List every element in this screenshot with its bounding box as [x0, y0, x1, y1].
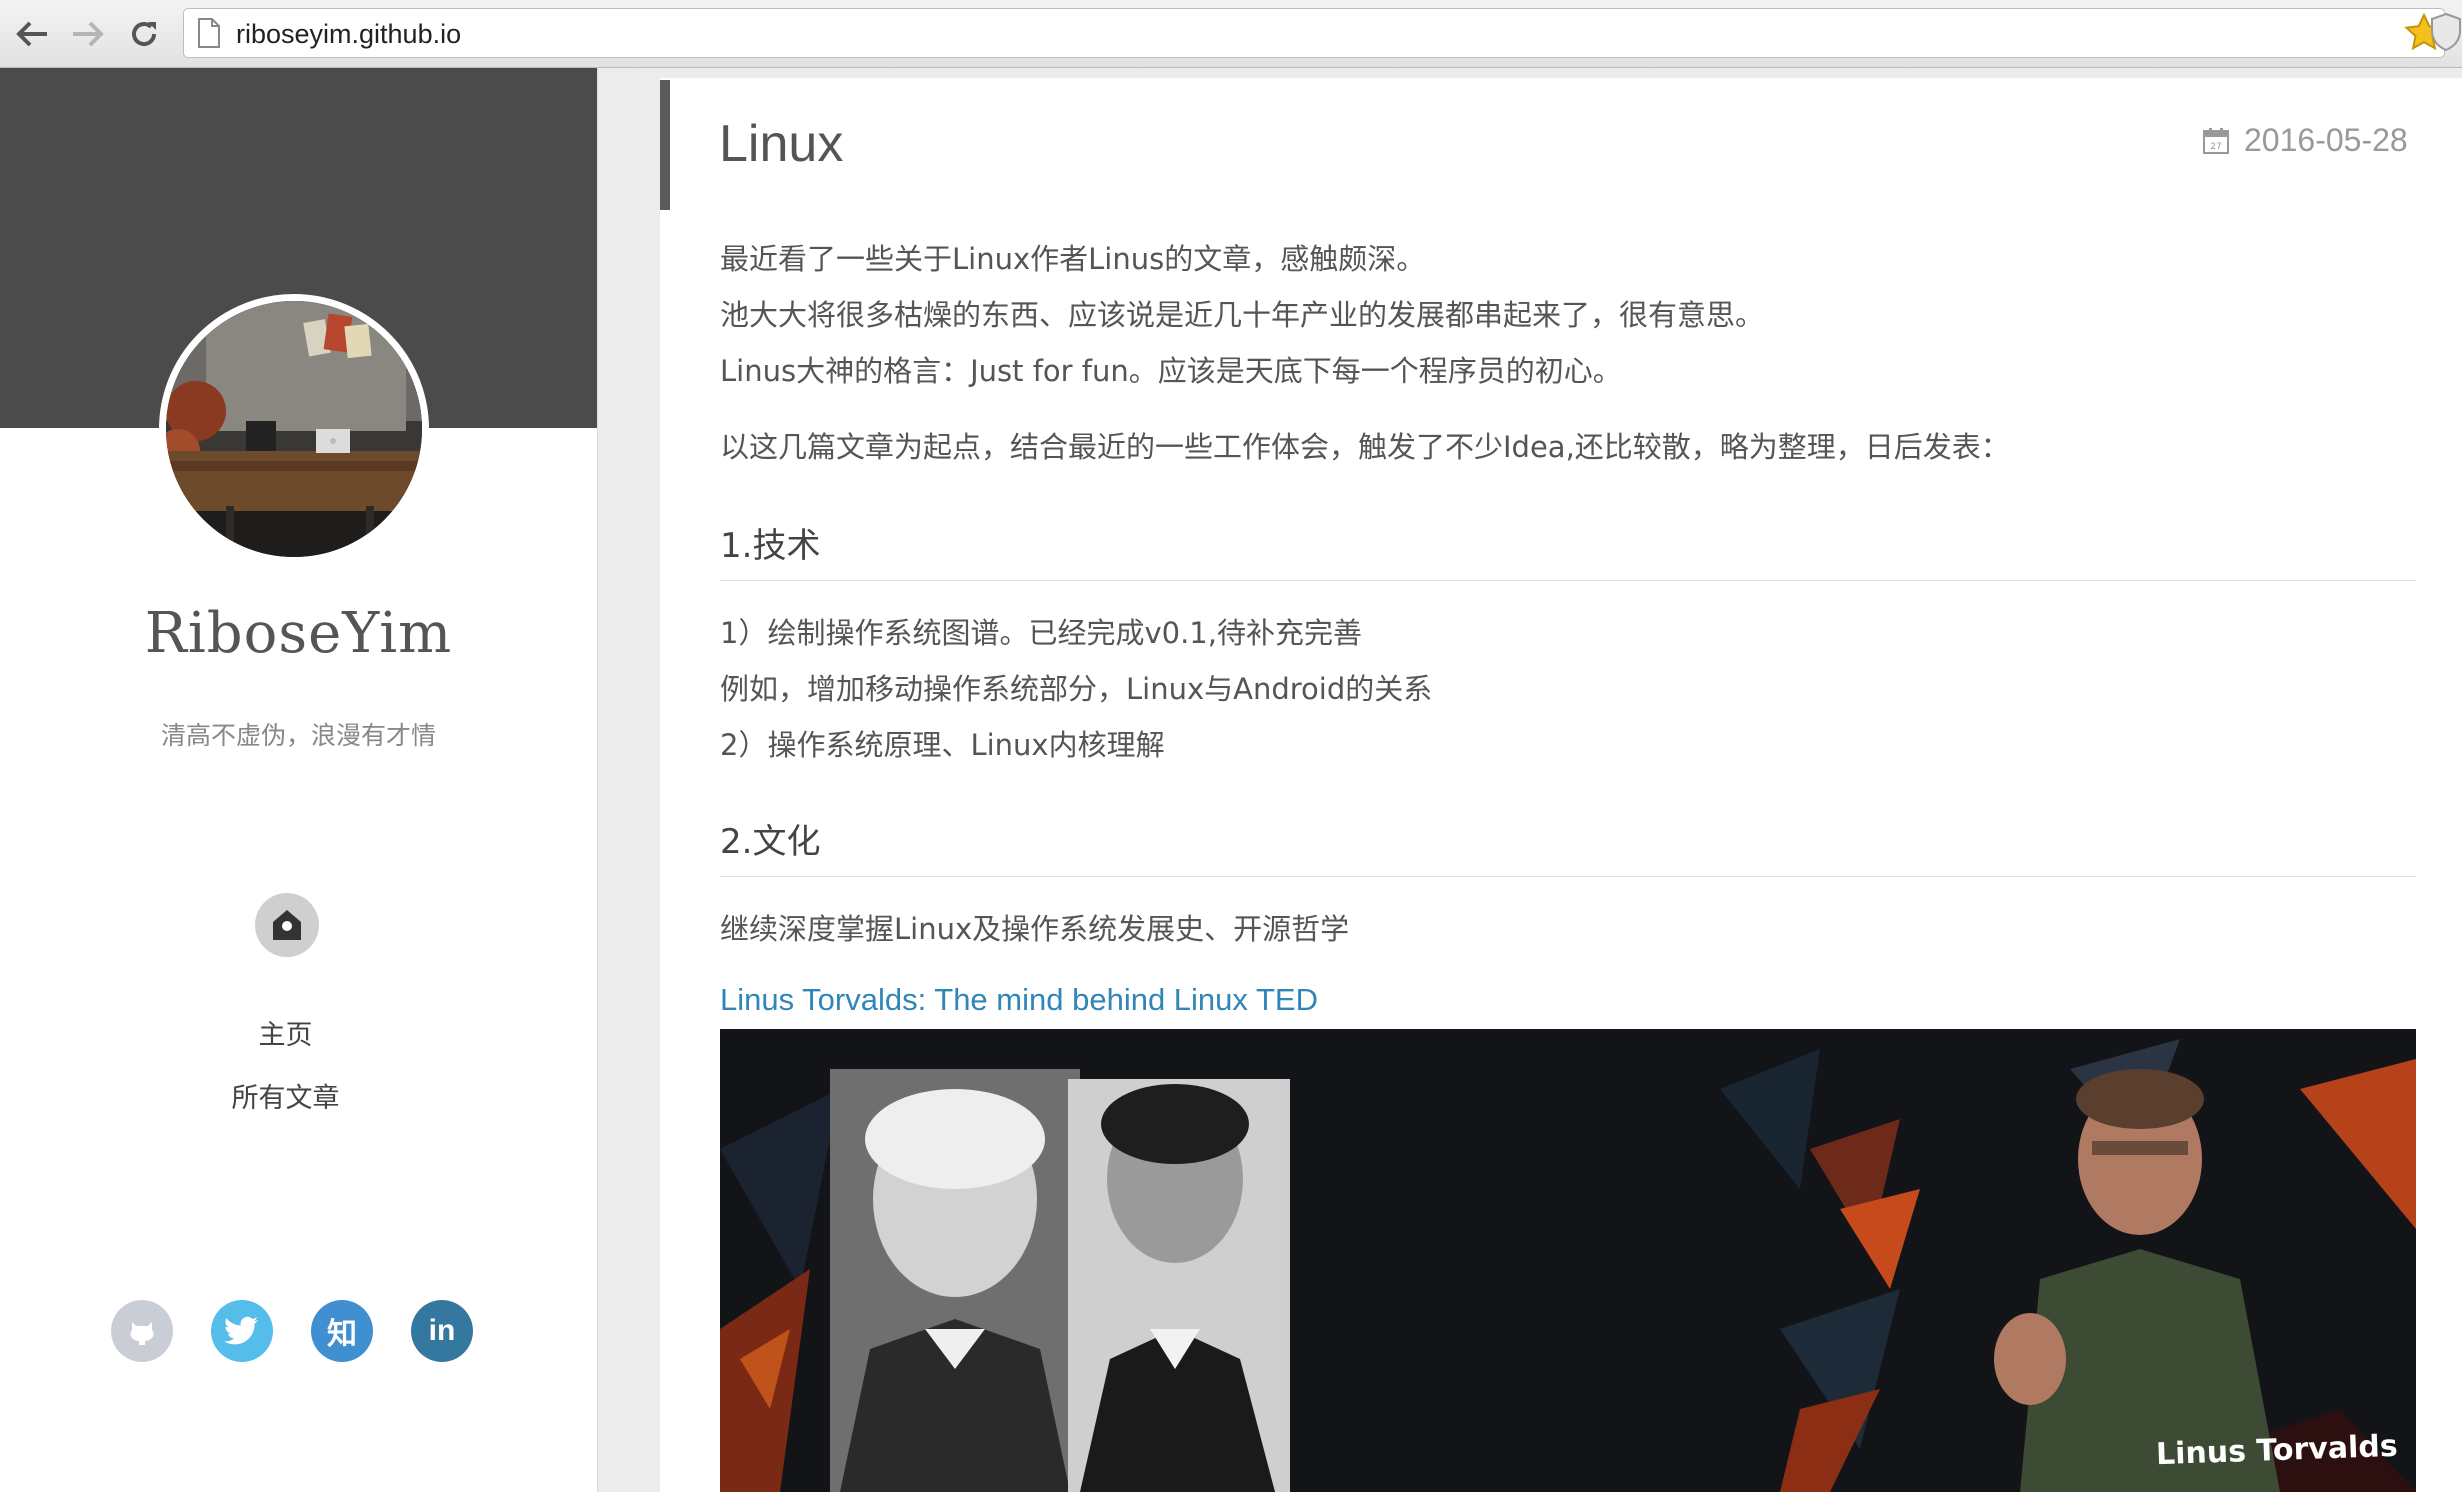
home-button[interactable]	[255, 893, 319, 957]
address-bar[interactable]: riboseyim.github.io	[183, 8, 2445, 58]
site-motto: 清高不虚伪，浪漫有才情	[160, 721, 436, 750]
nav-home-link[interactable]: 主页	[0, 1013, 571, 1052]
twitter-link[interactable]	[211, 1300, 273, 1362]
browser-toolbar: riboseyim.github.io	[0, 0, 2462, 68]
ted-video-thumbnail[interactable]: Linus Torvalds	[720, 1029, 2416, 1492]
tech-line-3: 2）操作系统原理、Linux内核理解	[720, 728, 1165, 762]
sidebar: RiboseYim 清高不虚伪，浪漫有才情 主页 所有文章 知 in	[0, 68, 598, 1492]
tech-line-2: 例如，增加移动操作系统部分，Linux与Android的关系	[720, 672, 1433, 706]
post-title: Linux	[719, 115, 844, 173]
avatar[interactable]	[159, 294, 429, 564]
back-button[interactable]	[12, 14, 52, 54]
lead-paragraph: 以这几篇文章为起点，结合最近的一些工作体会，触发了不少Idea,还比较散，略为整…	[720, 430, 2010, 464]
post-date: 2016-05-28	[2244, 122, 2408, 158]
extension-shield-icon[interactable]	[2430, 12, 2462, 52]
github-icon	[130, 1322, 154, 1345]
heading-rule	[720, 876, 2416, 877]
intro-line-1: 最近看了一些关于Linux作者Linus的文章，感触颇深。	[720, 242, 1426, 276]
heading-rule	[720, 580, 2416, 581]
home-icon	[273, 910, 301, 940]
forward-button[interactable]	[68, 14, 108, 54]
nav-all-posts-link[interactable]: 所有文章	[0, 1076, 571, 1115]
tech-line-1: 1）绘制操作系统图谱。已经完成v0.1,待补充完善	[720, 616, 1362, 650]
back-arrow-icon	[16, 21, 47, 47]
video-frame	[720, 1029, 2416, 1492]
zhihu-link[interactable]: 知	[311, 1300, 373, 1362]
intro-line-3: Linus大神的格言：Just for fun。应该是天底下每一个程序员的初心。	[720, 354, 1622, 388]
page-icon	[198, 18, 220, 48]
section-heading-tech: 1.技术	[720, 526, 821, 566]
post-date-wrap: 27 2016-05-28	[2202, 122, 2462, 159]
post-article: Linux 27 2016-05-28 最近看了一些关于Linux作者Linus…	[660, 78, 2462, 1492]
svg-text:27: 27	[2210, 142, 2221, 152]
section-heading-culture: 2.文化	[720, 822, 821, 862]
ted-video-link[interactable]: Linus Torvalds: The mind behind Linux TE…	[720, 982, 1318, 1018]
reload-button[interactable]	[124, 14, 164, 54]
calendar-icon: 27	[2203, 127, 2229, 154]
linkedin-link[interactable]: in	[411, 1300, 473, 1362]
site-name[interactable]: RiboseYim	[0, 601, 597, 666]
url-text[interactable]: riboseyim.github.io	[236, 19, 461, 50]
github-link[interactable]	[111, 1300, 173, 1362]
title-accent-bar	[660, 80, 670, 210]
intro-line-2: 池大大将很多枯燥的东西、应该说是近几十年产业的发展都串起来了，很有意思。	[720, 298, 1765, 332]
twitter-bird-icon	[224, 1316, 258, 1345]
avatar-photo	[166, 301, 422, 557]
forward-arrow-icon	[73, 21, 104, 47]
reload-icon	[132, 22, 157, 47]
culture-line-1: 继续深度掌握Linux及操作系统发展史、开源哲学	[720, 912, 1350, 946]
